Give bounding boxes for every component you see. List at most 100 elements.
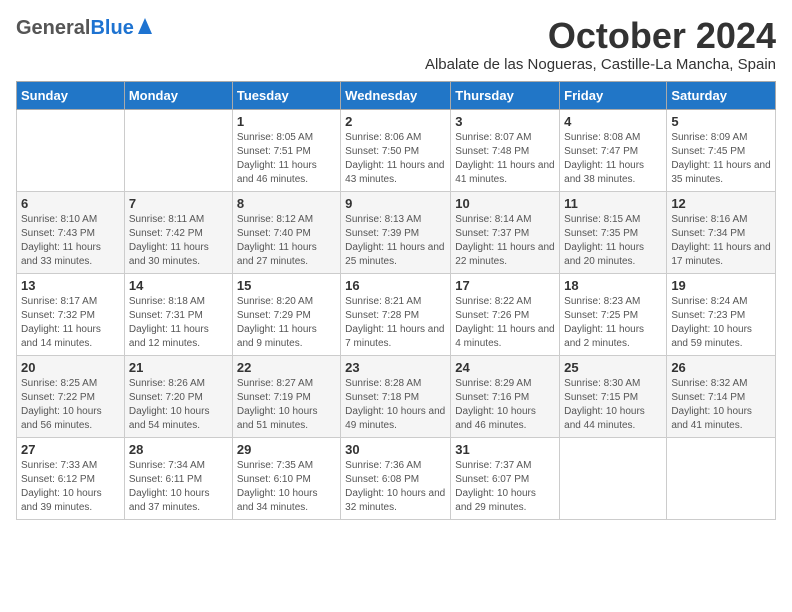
header-day-thursday: Thursday [451, 81, 560, 109]
calendar-cell: 11 Sunrise: 8:15 AM Sunset: 7:35 PM Dayli… [560, 191, 667, 273]
title-block: October 2024 Albalate de las Nogueras, C… [425, 16, 776, 73]
calendar-cell: 17 Sunrise: 8:22 AM Sunset: 7:26 PM Dayli… [451, 273, 560, 355]
day-info: Sunrise: 8:08 AM Sunset: 7:47 PM Dayligh… [564, 131, 662, 187]
calendar-cell: 3 Sunrise: 8:07 AM Sunset: 7:48 PM Daylig… [451, 109, 560, 191]
day-info: Sunrise: 8:24 AM Sunset: 7:23 PM Dayligh… [671, 295, 771, 351]
day-info: Sunrise: 8:28 AM Sunset: 7:18 PM Dayligh… [345, 377, 446, 433]
day-info: Sunrise: 7:34 AM Sunset: 6:11 PM Dayligh… [129, 459, 228, 515]
day-number: 19 [671, 278, 771, 293]
day-number: 7 [129, 196, 228, 211]
day-number: 12 [671, 196, 771, 211]
day-number: 11 [564, 196, 662, 211]
calendar-cell [124, 109, 232, 191]
day-number: 20 [21, 360, 120, 375]
calendar-cell: 23 Sunrise: 8:28 AM Sunset: 7:18 PM Dayli… [341, 355, 451, 437]
day-info: Sunrise: 7:37 AM Sunset: 6:07 PM Dayligh… [455, 459, 555, 515]
day-number: 17 [455, 278, 555, 293]
day-number: 30 [345, 442, 446, 457]
week-row-4: 20 Sunrise: 8:25 AM Sunset: 7:22 PM Dayli… [17, 355, 776, 437]
calendar-cell: 24Sunrise: 8:29 AM Sunset: 7:16 PM Dayli… [451, 355, 560, 437]
day-info: Sunrise: 8:07 AM Sunset: 7:48 PM Dayligh… [455, 131, 555, 187]
calendar-cell: 10Sunrise: 8:14 AM Sunset: 7:37 PM Dayli… [451, 191, 560, 273]
logo: General Blue [16, 16, 154, 41]
day-info: Sunrise: 8:23 AM Sunset: 7:25 PM Dayligh… [564, 295, 662, 351]
week-row-3: 13 Sunrise: 8:17 AM Sunset: 7:32 PM Dayli… [17, 273, 776, 355]
location-title: Albalate de las Nogueras, Castille-La Ma… [425, 56, 776, 73]
day-number: 23 [345, 360, 446, 375]
day-info: Sunrise: 8:06 AM Sunset: 7:50 PM Dayligh… [345, 131, 446, 187]
calendar-cell: 6 Sunrise: 8:10 AM Sunset: 7:43 PM Daylig… [17, 191, 125, 273]
calendar-cell [560, 437, 667, 519]
day-info: Sunrise: 8:14 AM Sunset: 7:37 PM Dayligh… [455, 213, 555, 269]
calendar-cell [667, 437, 776, 519]
calendar-cell: 27Sunrise: 7:33 AM Sunset: 6:12 PM Dayli… [17, 437, 125, 519]
day-number: 29 [237, 442, 336, 457]
day-info: Sunrise: 8:05 AM Sunset: 7:51 PM Dayligh… [237, 131, 336, 187]
day-info: Sunrise: 8:09 AM Sunset: 7:45 PM Dayligh… [671, 131, 771, 187]
day-number: 16 [345, 278, 446, 293]
header-day-saturday: Saturday [667, 81, 776, 109]
day-info: Sunrise: 8:16 AM Sunset: 7:34 PM Dayligh… [671, 213, 771, 269]
calendar-cell: 14 Sunrise: 8:18 AM Sunset: 7:31 PM Dayli… [124, 273, 232, 355]
calendar-cell: 20 Sunrise: 8:25 AM Sunset: 7:22 PM Dayli… [17, 355, 125, 437]
calendar-cell: 28 Sunrise: 7:34 AM Sunset: 6:11 PM Dayli… [124, 437, 232, 519]
day-info: Sunrise: 8:30 AM Sunset: 7:15 PM Dayligh… [564, 377, 662, 433]
day-info: Sunrise: 8:22 AM Sunset: 7:26 PM Dayligh… [455, 295, 555, 351]
day-number: 1 [237, 114, 336, 129]
calendar-body: 1 Sunrise: 8:05 AM Sunset: 7:51 PM Daylig… [17, 109, 776, 519]
calendar-cell: 12 Sunrise: 8:16 AM Sunset: 7:34 PM Dayli… [667, 191, 776, 273]
day-info: Sunrise: 8:15 AM Sunset: 7:35 PM Dayligh… [564, 213, 662, 269]
logo-blue: Blue [90, 17, 133, 40]
calendar-cell [17, 109, 125, 191]
day-number: 15 [237, 278, 336, 293]
calendar-cell: 16 Sunrise: 8:21 AM Sunset: 7:28 PM Dayli… [341, 273, 451, 355]
header-day-friday: Friday [560, 81, 667, 109]
calendar-cell: 8Sunrise: 8:12 AM Sunset: 7:40 PM Daylig… [232, 191, 340, 273]
day-number: 3 [455, 114, 555, 129]
day-number: 2 [345, 114, 446, 129]
day-info: Sunrise: 8:18 AM Sunset: 7:31 PM Dayligh… [129, 295, 228, 351]
page-header: General Blue October 2024 Albalate de la… [16, 16, 776, 73]
day-number: 21 [129, 360, 228, 375]
month-title: October 2024 [425, 16, 776, 56]
calendar-cell: 25Sunrise: 8:30 AM Sunset: 7:15 PM Dayli… [560, 355, 667, 437]
logo-general: General [16, 17, 90, 40]
day-number: 6 [21, 196, 120, 211]
header-day-wednesday: Wednesday [341, 81, 451, 109]
calendar-cell: 21 Sunrise: 8:26 AM Sunset: 7:20 PM Dayli… [124, 355, 232, 437]
day-info: Sunrise: 8:11 AM Sunset: 7:42 PM Dayligh… [129, 213, 228, 269]
logo-arrow-icon [136, 16, 154, 41]
day-number: 14 [129, 278, 228, 293]
calendar-cell: 15Sunrise: 8:20 AM Sunset: 7:29 PM Dayli… [232, 273, 340, 355]
calendar-cell: 13 Sunrise: 8:17 AM Sunset: 7:32 PM Dayli… [17, 273, 125, 355]
calendar-cell: 22 Sunrise: 8:27 AM Sunset: 7:19 PM Dayli… [232, 355, 340, 437]
calendar-table: SundayMondayTuesdayWednesdayThursdayFrid… [16, 81, 776, 520]
calendar-cell: 5 Sunrise: 8:09 AM Sunset: 7:45 PM Daylig… [667, 109, 776, 191]
day-info: Sunrise: 8:21 AM Sunset: 7:28 PM Dayligh… [345, 295, 446, 351]
day-info: Sunrise: 8:17 AM Sunset: 7:32 PM Dayligh… [21, 295, 120, 351]
calendar-cell: 4Sunrise: 8:08 AM Sunset: 7:47 PM Daylig… [560, 109, 667, 191]
header-day-sunday: Sunday [17, 81, 125, 109]
day-number: 5 [671, 114, 771, 129]
calendar-cell: 1 Sunrise: 8:05 AM Sunset: 7:51 PM Daylig… [232, 109, 340, 191]
day-info: Sunrise: 8:32 AM Sunset: 7:14 PM Dayligh… [671, 377, 771, 433]
day-info: Sunrise: 8:27 AM Sunset: 7:19 PM Dayligh… [237, 377, 336, 433]
day-number: 28 [129, 442, 228, 457]
day-info: Sunrise: 8:10 AM Sunset: 7:43 PM Dayligh… [21, 213, 120, 269]
calendar-cell: 30Sunrise: 7:36 AM Sunset: 6:08 PM Dayli… [341, 437, 451, 519]
day-number: 13 [21, 278, 120, 293]
calendar-cell: 7 Sunrise: 8:11 AM Sunset: 7:42 PM Daylig… [124, 191, 232, 273]
day-info: Sunrise: 8:25 AM Sunset: 7:22 PM Dayligh… [21, 377, 120, 433]
day-number: 18 [564, 278, 662, 293]
day-number: 31 [455, 442, 555, 457]
day-info: Sunrise: 8:29 AM Sunset: 7:16 PM Dayligh… [455, 377, 555, 433]
day-info: Sunrise: 8:26 AM Sunset: 7:20 PM Dayligh… [129, 377, 228, 433]
day-number: 27 [21, 442, 120, 457]
calendar-cell: 19 Sunrise: 8:24 AM Sunset: 7:23 PM Dayli… [667, 273, 776, 355]
calendar-cell: 9Sunrise: 8:13 AM Sunset: 7:39 PM Daylig… [341, 191, 451, 273]
day-number: 22 [237, 360, 336, 375]
day-number: 9 [345, 196, 446, 211]
header-row: SundayMondayTuesdayWednesdayThursdayFrid… [17, 81, 776, 109]
week-row-1: 1 Sunrise: 8:05 AM Sunset: 7:51 PM Daylig… [17, 109, 776, 191]
header-day-tuesday: Tuesday [232, 81, 340, 109]
